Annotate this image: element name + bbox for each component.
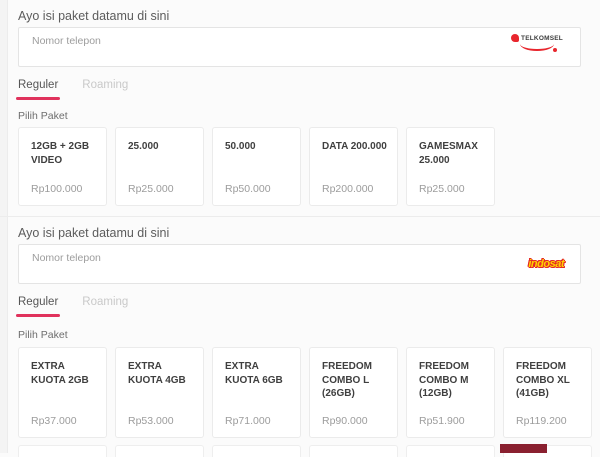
package-card[interactable]: FREEDOM COMBO XL (41GB) Rp119.200 bbox=[503, 347, 592, 438]
package-price: Rp119.200 bbox=[516, 415, 567, 427]
topup-section-telkomsel: Ayo isi paket datamu di sini TELKOMSEL R… bbox=[0, 0, 600, 216]
package-name: EXTRA KUOTA 4GB bbox=[128, 361, 186, 386]
package-name: FREEDOM COMBO L (26GB) bbox=[322, 361, 372, 399]
package-price: Rp100.000 bbox=[31, 183, 83, 195]
tab-bar: Reguler Roaming bbox=[15, 296, 128, 317]
package-price: Rp53.000 bbox=[128, 415, 174, 427]
package-name: 25.000 bbox=[128, 141, 159, 152]
package-name: EXTRA KUOTA 6GB bbox=[225, 361, 283, 386]
package-card[interactable]: FREEDOM COMBO M (12GB) Rp51.900 bbox=[406, 347, 495, 438]
partial-card[interactable] bbox=[406, 445, 495, 457]
topup-section-indosat: Ayo isi paket datamu di sini indosat Reg… bbox=[0, 216, 600, 445]
tab-reguler[interactable]: Reguler bbox=[15, 296, 61, 317]
package-card[interactable]: EXTRA KUOTA 2GB Rp37.000 bbox=[18, 347, 107, 438]
package-card[interactable]: EXTRA KUOTA 6GB Rp71.000 bbox=[212, 347, 301, 438]
package-price: Rp25.000 bbox=[419, 183, 465, 195]
package-card[interactable]: 25.000 Rp25.000 bbox=[115, 127, 204, 206]
package-name: FREEDOM COMBO XL (41GB) bbox=[516, 361, 570, 399]
section-title: Ayo isi paket datamu di sini bbox=[18, 226, 170, 240]
package-card[interactable]: EXTRA KUOTA 4GB Rp53.000 bbox=[115, 347, 204, 438]
package-name: EXTRA KUOTA 2GB bbox=[31, 361, 89, 386]
package-name: GAMESMAX 25.000 bbox=[419, 141, 478, 166]
package-price: Rp37.000 bbox=[31, 415, 77, 427]
package-name: 50.000 bbox=[225, 141, 256, 152]
partial-card[interactable] bbox=[212, 445, 301, 457]
package-card[interactable]: GAMESMAX 25.000 Rp25.000 bbox=[406, 127, 495, 206]
phone-input-wrapper: indosat bbox=[18, 244, 581, 284]
telkomsel-logo-text: TELKOMSEL bbox=[521, 34, 563, 42]
package-price: Rp25.000 bbox=[128, 183, 174, 195]
partial-card[interactable] bbox=[18, 445, 107, 457]
partial-red-element bbox=[500, 444, 547, 453]
tab-roaming[interactable]: Roaming bbox=[82, 296, 128, 317]
tab-bar: Reguler Roaming bbox=[15, 79, 128, 100]
package-price: Rp71.000 bbox=[225, 415, 271, 427]
package-card[interactable]: 12GB + 2GB VIDEO Rp100.000 bbox=[18, 127, 107, 206]
phone-input-wrapper: TELKOMSEL bbox=[18, 27, 581, 67]
package-price: Rp51.900 bbox=[419, 415, 465, 427]
choose-package-label: Pilih Paket bbox=[18, 110, 68, 122]
telkomsel-logo: TELKOMSEL bbox=[510, 34, 564, 52]
package-price: Rp90.000 bbox=[322, 415, 368, 427]
choose-package-label: Pilih Paket bbox=[18, 329, 68, 341]
indosat-logo: indosat bbox=[528, 258, 564, 270]
section-title: Ayo isi paket datamu di sini bbox=[18, 9, 170, 23]
package-price: Rp200.000 bbox=[322, 183, 374, 195]
package-name: FREEDOM COMBO M (12GB) bbox=[419, 361, 469, 399]
tab-reguler[interactable]: Reguler bbox=[15, 79, 61, 100]
tab-roaming[interactable]: Roaming bbox=[82, 79, 128, 100]
package-price: Rp50.000 bbox=[225, 183, 271, 195]
package-card[interactable]: FREEDOM COMBO L (26GB) Rp90.000 bbox=[309, 347, 398, 438]
package-card-row: EXTRA KUOTA 2GB Rp37.000 EXTRA KUOTA 4GB… bbox=[18, 347, 592, 438]
package-card[interactable]: DATA 200.000 Rp200.000 bbox=[309, 127, 398, 206]
phone-number-input[interactable] bbox=[19, 245, 580, 283]
package-name: DATA 200.000 bbox=[322, 141, 387, 152]
partial-card[interactable] bbox=[115, 445, 204, 457]
telkomsel-emblem-icon bbox=[511, 34, 520, 42]
package-name: 12GB + 2GB VIDEO bbox=[31, 141, 90, 166]
telkomsel-swoosh-icon bbox=[520, 44, 557, 52]
package-card-row: 12GB + 2GB VIDEO Rp100.000 25.000 Rp25.0… bbox=[18, 127, 495, 206]
partial-card[interactable] bbox=[309, 445, 398, 457]
package-card[interactable]: 50.000 Rp50.000 bbox=[212, 127, 301, 206]
phone-number-input[interactable] bbox=[19, 28, 580, 66]
